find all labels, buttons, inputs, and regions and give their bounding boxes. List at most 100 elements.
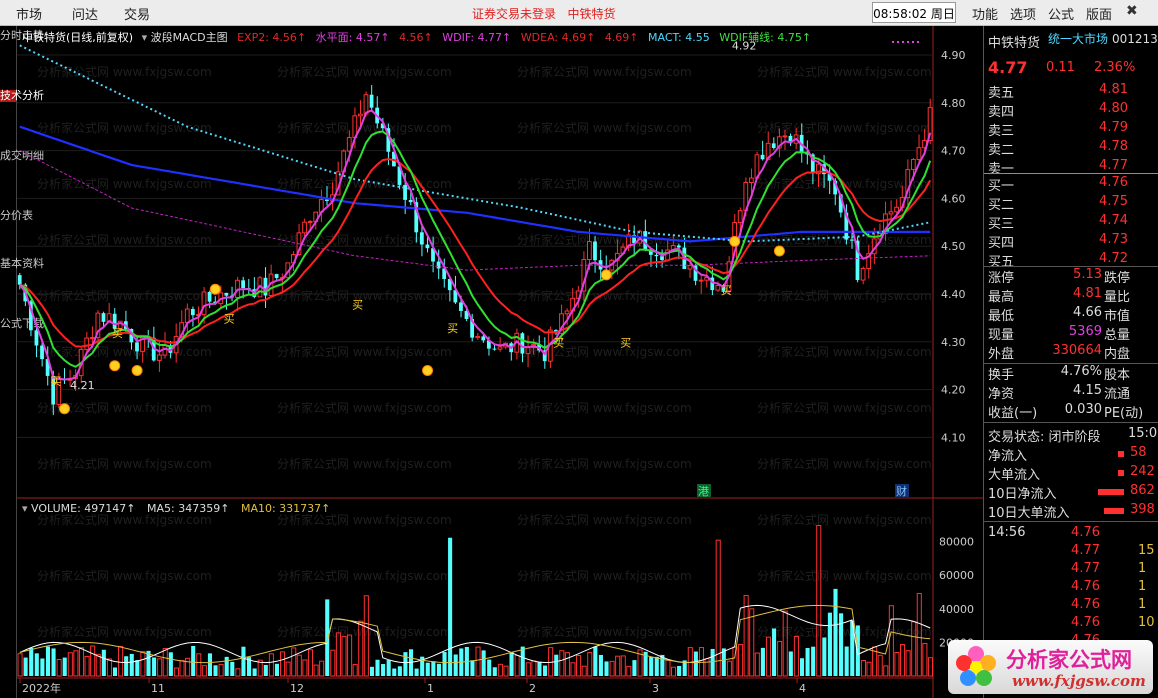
volume-bar [860,660,866,677]
event-dot [897,41,899,43]
volume-bar [453,654,458,676]
volume-bar [191,645,196,676]
volume-bar [62,657,67,676]
volume-value: VOLUME: 497147↑ [31,502,136,515]
candle-body [425,244,430,249]
window-collapse-icon[interactable]: ✖ [1126,3,1138,19]
volume-dropdown-icon[interactable]: ▾ [22,502,28,515]
buy-signal-label: 买 [620,337,631,350]
volume-bar [620,655,626,677]
volume-bar [263,664,268,676]
login-notice[interactable]: 证券交易未登录 中铁特货 [472,5,615,22]
menu-function[interactable]: 功能 [972,4,998,23]
bid-price: 4.75 [1099,194,1128,209]
tab-technical[interactable]: 技术分析 [0,90,44,102]
formula-name[interactable]: 波段MACD主图 [151,31,228,44]
event-dot [902,41,904,43]
volume-bar [173,667,179,677]
volume-bar [677,665,682,676]
menu-options[interactable]: 选项 [1010,4,1036,23]
volume-bar [112,667,118,676]
candle-body [593,241,597,261]
menu-formula[interactable]: 公式 [1048,4,1074,23]
volume-bar [822,637,827,676]
volume-bar [307,649,314,677]
volume-bar [715,539,721,677]
volume-bar [772,628,777,676]
tick-volume: 1 [1138,561,1147,576]
stat2-right-label: PE(动) [1104,406,1144,421]
stat-value: 5.13 [1073,267,1102,282]
candle-body [40,345,44,360]
tick-volume: 15 [1138,543,1155,558]
tab-intraday[interactable]: 分时走势 [0,30,44,42]
candle-body [698,279,704,282]
volume-bar [514,654,520,677]
market-name[interactable]: 统一大市场 [1048,30,1108,47]
formula-dropdown-icon[interactable]: ▾ [142,31,148,44]
volume-bar [922,642,928,677]
volume-bar [543,665,548,676]
time-axis-label: 2022年 [22,681,61,695]
volume-bar [285,661,291,677]
candle-body [643,231,648,250]
watermark-text: 分析家公式网 www.fxjgsw.com [517,288,692,303]
tab-trades[interactable]: 成交明细 [0,150,44,162]
left-vertical-tabs: 分时走势 技术分析 成交明细 分价表 基本资料 公式下载 [0,26,44,698]
menu-layout[interactable]: 版面 [1086,4,1112,23]
flow-label: 10日大单流入 [988,506,1070,521]
volume-bar [866,661,872,677]
candle-body [520,333,525,354]
volume-bar [268,653,274,677]
quote-panel: 中铁特货 统一大市场 001213 4.77 0.11 2.36% 卖五 4.81… [983,26,1158,698]
tick-price: 4.76 [1071,597,1100,612]
chart-title[interactable]: 中铁特货(日线,前复权) [22,31,133,44]
volume-bar [280,651,286,677]
tick-volume: 10 [1138,615,1155,630]
watermark-text: 分析家公式网 www.fxjgsw.com [277,400,452,415]
volume-bar [632,660,637,676]
volume-bar [302,659,308,677]
volume-bar [704,658,710,677]
volume-bar [397,666,402,676]
candle-body [419,232,424,245]
candle-body [860,267,866,281]
watermark-text: 分析家公式网 www.fxjgsw.com [277,344,452,359]
signal-dot [422,364,434,376]
buy-signal-label: 买 [553,337,564,350]
menu-market[interactable]: 市场 [16,4,42,23]
volume-bar [525,662,531,677]
watermark-text: 分析家公式网 www.fxjgsw.com [517,624,692,639]
tab-formula-download[interactable]: 公式下载 [0,318,44,330]
candle-body [201,291,207,316]
menu-trade[interactable]: 交易 [124,4,150,23]
signal-dot [600,269,612,281]
kline-chart[interactable]: 分析家公式网 www.fxjgsw.com 分析家公式网 www.fxjgsw.c… [17,26,983,698]
stat-label: 最低 [988,309,1015,324]
volume-bar [179,660,185,677]
candle-body [850,239,854,241]
time-axis-label: 3 [652,682,659,695]
buy-signal-label: 买 [224,313,235,326]
tick-price: 4.76 [1071,525,1100,540]
volume-bar [436,663,441,676]
tab-fundamentals[interactable]: 基本资料 [0,258,44,270]
watermark-text: 分析家公式网 www.fxjgsw.com [37,344,212,359]
candle-body [274,274,279,278]
candle-body [241,280,245,288]
watermark-text: 分析家公式网 www.fxjgsw.com [37,288,212,303]
watermark-text: 分析家公式网 www.fxjgsw.com [757,64,932,79]
volume-bar [241,646,246,676]
volume-bar [274,663,280,676]
menu-ask[interactable]: 问达 [72,4,98,23]
stat-value: 4.66 [1073,305,1102,320]
watermark-text: 分析家公式网 www.fxjgsw.com [517,512,692,527]
tick-price: 4.76 [1071,615,1100,630]
volume-bar [23,657,28,676]
flow-value: 398 [1130,502,1155,517]
stat2-value: 4.76% [1060,364,1102,379]
stat2-label: 换手 [988,368,1015,383]
volume-bar [670,666,677,677]
tab-price-table[interactable]: 分价表 [0,210,33,222]
candle-body [17,275,22,285]
